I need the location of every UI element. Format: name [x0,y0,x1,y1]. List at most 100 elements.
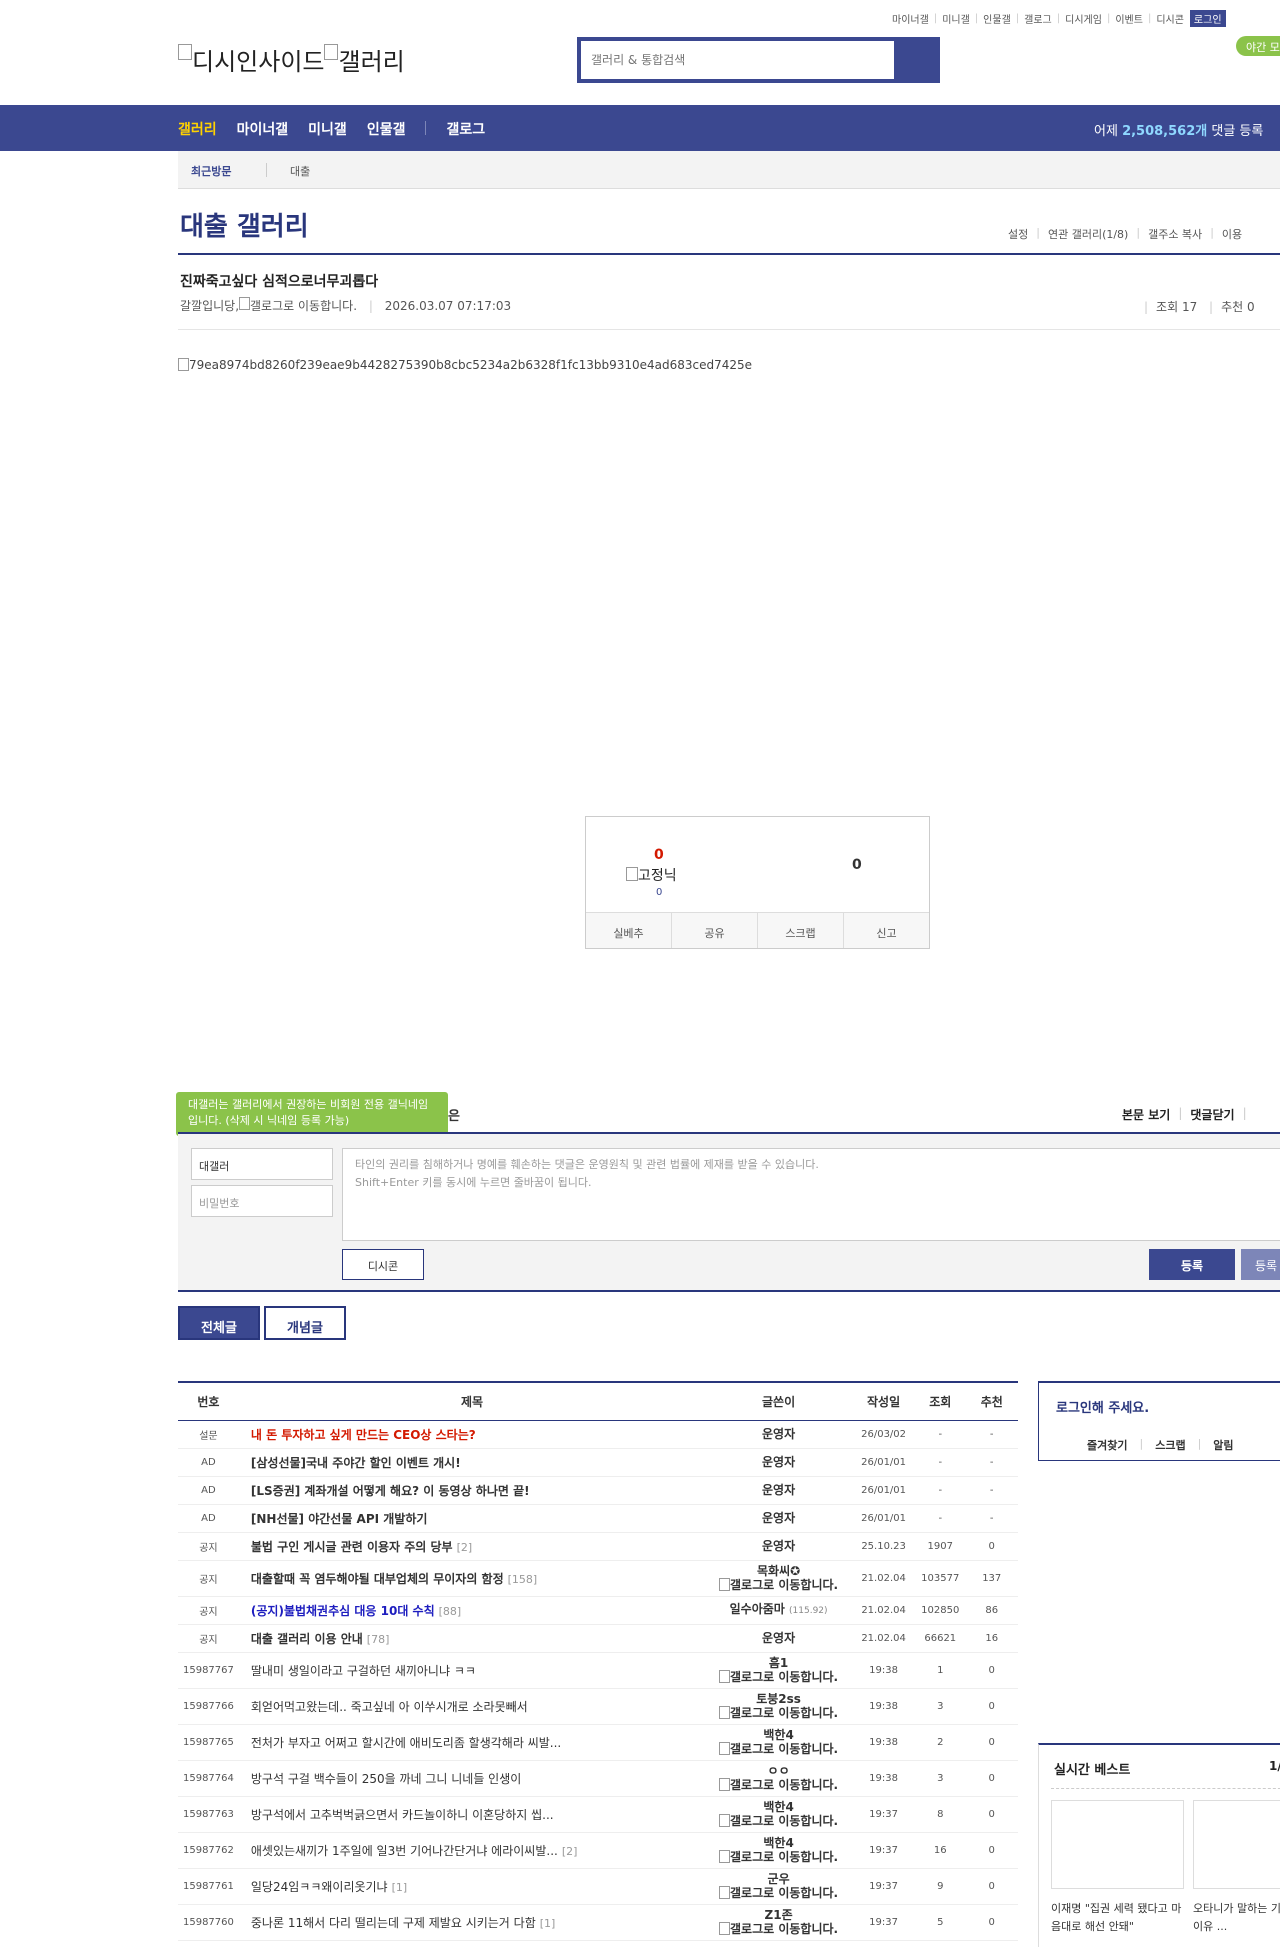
row-writer-name[interactable]: 일수아줌마 [730,1602,785,1616]
search-button[interactable] [894,41,936,79]
view-body-link[interactable]: 본문 보기 [1122,1106,1170,1123]
row-comment-count[interactable]: [78] [367,1633,390,1646]
close-comments-link[interactable]: 댓글닫기 [1190,1106,1234,1123]
row-title[interactable]: 전처가 부자고 어쩌고 할시간에 애비도리좀 할생각해라 씨발... [251,1736,561,1750]
gallog-icon[interactable] [719,1922,731,1935]
fixed-nick-vote[interactable]: 고정닉 [626,865,677,885]
search-input[interactable] [581,41,894,79]
row-writer-gallog[interactable]: 갤로그로 이동합니다. [730,1706,838,1720]
best-caption[interactable]: 오타니가 말하는 기를 줍는 이유 ... [1193,1900,1280,1936]
table-row[interactable]: 15987763 방구석에서 고추벅벅긁으면서 카드놀이하니 이혼당하지 씹...… [178,1796,1018,1833]
table-row[interactable]: 15987767 딸내미 생일이라고 구걸하던 새끼아니냐 ㅋㅋ 흠1 갤로그로 이동… [178,1652,1018,1689]
row-comment-count[interactable]: [2] [457,1541,473,1554]
tab-all[interactable]: 전체글 [178,1306,260,1340]
row-title[interactable]: 일당24임ㅋㅋ왜이리옷기냐 [251,1880,388,1894]
row-writer-name[interactable]: ㅇㅇ [705,1764,852,1778]
gallog-icon[interactable] [719,1886,731,1899]
row-title-cell[interactable]: 방구석에서 고추벅벅긁으면서 카드놀이하니 이혼당하지 씹... [238,1796,706,1833]
password-field[interactable]: 비밀번호 [191,1185,333,1217]
row-writer[interactable]: ㅇㅇ 갤로그로 이동합니다. [705,1760,853,1797]
notification-link[interactable]: 알림 [1213,1437,1233,1453]
row-comment-count[interactable]: [88] [439,1605,462,1618]
nav-person[interactable]: 인물갤 [367,119,406,139]
row-writer-gallog[interactable]: 갤로그로 이동합니다. [730,1886,838,1900]
top-link-mini[interactable]: 미니갤 [942,11,970,26]
row-writer[interactable]: 백한4 갤로그로 이동합니다. [705,1832,853,1869]
row-writer-name[interactable]: Z1존 [705,1908,852,1922]
row-title-cell[interactable]: [LS증권] 계좌개설 어떻게 해요? 이 동영상 하나면 끝! [238,1476,706,1505]
table-row[interactable]: 15987762 애셋있는새끼가 1주일에 일3번 기어나간단거냐 에라이씨발..… [178,1832,1018,1869]
login-button[interactable]: 로그인 [1189,10,1226,27]
copy-address-link[interactable]: 갤주소 복사 [1148,226,1202,242]
login-prompt[interactable]: 로그인해 주세요. [1056,1397,1149,1416]
table-row[interactable]: 15987766 회얻어먹고왔는데.. 죽고싶네 아 이쑤시개로 소라못빼서 토붕2… [178,1688,1018,1725]
row-writer[interactable]: 일수아줌마 (115.92) [705,1596,853,1625]
row-writer-name[interactable]: 군우 [705,1872,852,1886]
row-title[interactable]: 대출할때 꼭 염두해야될 대부업체의 무이자의 함정 [251,1572,504,1586]
row-title[interactable]: 내 돈 투자하고 싶게 만드는 CEO상 스타는? [251,1428,476,1442]
gallog-icon[interactable] [719,1578,731,1591]
favorites-link[interactable]: 즐겨찾기 [1087,1437,1127,1453]
dccon-button[interactable]: 디시콘 [342,1249,424,1280]
gallog-icon[interactable] [719,1742,731,1755]
share-button[interactable]: 공유 [672,913,758,948]
row-title-cell[interactable]: 중나론 11해서 다리 떨리는데 구제 제발요 시키는거 다함 [1] [238,1904,706,1941]
row-writer[interactable]: 운영자 [705,1476,853,1505]
row-title-cell[interactable]: 일당24임ㅋㅋ왜이리옷기냐 [1] [238,1868,706,1905]
row-title-cell[interactable]: 대출 갤러리 이용 안내 [78] [238,1624,706,1653]
row-title-cell[interactable]: 애셋있는새끼가 1주일에 일3번 기어나간단거냐 에라이씨발... [2] [238,1832,706,1869]
row-title[interactable]: 회얻어먹고왔는데.. 죽고싶네 아 이쑤시개로 소라못빼서 [251,1700,528,1714]
row-writer[interactable]: Z1존 갤로그로 이동합니다. [705,1904,853,1941]
post-image[interactable]: 79ea8974bd8260f239eae9b4428275390b8cbc52… [178,358,752,372]
row-writer[interactable]: 운영자 [705,1532,853,1561]
row-title-cell[interactable]: 불법 구인 게시글 관련 이용자 주의 당부 [2] [238,1532,706,1561]
top-link-dccon[interactable]: 디시콘 [1156,11,1184,26]
report-button[interactable]: 신고 [844,913,929,948]
table-row[interactable]: AD [NH선물] 야간선물 API 개발하기 운영자 26/01/01- - [178,1504,1018,1533]
row-writer-gallog[interactable]: 갤로그로 이동합니다. [730,1922,838,1936]
gallery-settings-link[interactable]: 설정 [1008,226,1028,242]
downvote-count[interactable]: 0 [852,857,862,873]
row-writer[interactable]: 목화씨✪ 갤로그로 이동합니다. [705,1560,853,1597]
nickname-field[interactable]: 대갤러 [191,1148,333,1180]
row-writer-name[interactable]: 목화씨✪ [705,1564,852,1578]
best-thumbnail[interactable] [1051,1800,1184,1889]
row-writer[interactable]: 운영자 [705,1624,853,1653]
row-writer-name[interactable]: 흠1 [705,1656,852,1670]
row-title[interactable]: 방구석 구걸 백수들이 250을 까네 그니 니네들 인생이 [251,1772,521,1786]
table-row[interactable]: 공지 대출 갤러리 이용 안내 [78] 운영자 21.02.04 66621 16 [178,1624,1018,1653]
row-title-cell[interactable]: [NH선물] 야간선물 API 개발하기 [238,1504,706,1533]
row-title[interactable]: [LS증권] 계좌개설 어떻게 해요? 이 동영상 하나면 끝! [251,1484,530,1498]
gallog-icon[interactable] [719,1814,731,1827]
row-title-cell[interactable]: 방구석 구걸 백수들이 250을 까네 그니 니네들 인생이 [238,1760,706,1797]
best-recommend-button[interactable]: 실베추 [586,913,672,948]
nav-mini[interactable]: 미니갤 [308,119,347,139]
row-writer[interactable]: 운영자 [705,1448,853,1477]
usage-link[interactable]: 이용 [1222,226,1242,242]
table-row[interactable]: 설문 내 돈 투자하고 싶게 만드는 CEO상 스타는? 운영자 26/03/02- - [178,1420,1018,1449]
comment-textarea[interactable]: 타인의 권리를 침해하거나 명예를 훼손하는 댓글은 운영원칙 및 관련 법률에… [342,1148,1280,1241]
table-row[interactable]: 15987765 전처가 부자고 어쩌고 할시간에 애비도리좀 할생각해라 씨발.… [178,1724,1018,1761]
table-row[interactable]: 공지 (공지)불법채권추심 대응 10대 수칙 [88] 일수아줌마 (115.92)… [178,1596,1018,1625]
top-link-gallog[interactable]: 갤로그 [1024,11,1052,26]
site-logo[interactable]: 디시인사이드 갤러리 [178,42,405,77]
scrap-button[interactable]: 스크랩 [758,913,844,948]
recent-visit-item[interactable]: 대출 [290,163,310,179]
row-title[interactable]: 불법 구인 게시글 관련 이용자 주의 당부 [251,1540,453,1554]
row-title-cell[interactable]: 대출할때 꼭 염두해야될 대부업체의 무이자의 함정 [158] [238,1560,706,1597]
post-author-gallog[interactable]: 갤로그로 이동합니다. [250,299,357,313]
table-row[interactable]: 공지 대출할때 꼭 염두해야될 대부업체의 무이자의 함정 [158] 목화씨✪ 갤로그… [178,1560,1018,1597]
row-writer[interactable]: 토붕2ss 갤로그로 이동합니다. [705,1688,853,1725]
row-writer[interactable]: 백한4 갤로그로 이동합니다. [705,1724,853,1761]
row-writer-gallog[interactable]: 갤로그로 이동합니다. [730,1742,838,1756]
row-title[interactable]: (공지)불법채권추심 대응 10대 수칙 [251,1604,435,1618]
row-title-cell[interactable]: 회얻어먹고왔는데.. 죽고싶네 아 이쑤시개로 소라못빼서 [238,1688,706,1725]
row-writer[interactable]: 흠1 갤로그로 이동합니다. [705,1652,853,1689]
row-writer[interactable]: 운영자 [705,1420,853,1449]
row-writer-gallog[interactable]: 갤로그로 이동합니다. [730,1850,838,1864]
row-title[interactable]: 방구석에서 고추벅벅긁으면서 카드놀이하니 이혼당하지 씹... [251,1808,554,1822]
row-comment-count[interactable]: [1] [540,1917,556,1930]
tab-concept[interactable]: 개념글 [264,1306,346,1340]
row-comment-count[interactable]: [158] [508,1573,538,1586]
row-writer-gallog[interactable]: 갤로그로 이동합니다. [730,1778,838,1792]
